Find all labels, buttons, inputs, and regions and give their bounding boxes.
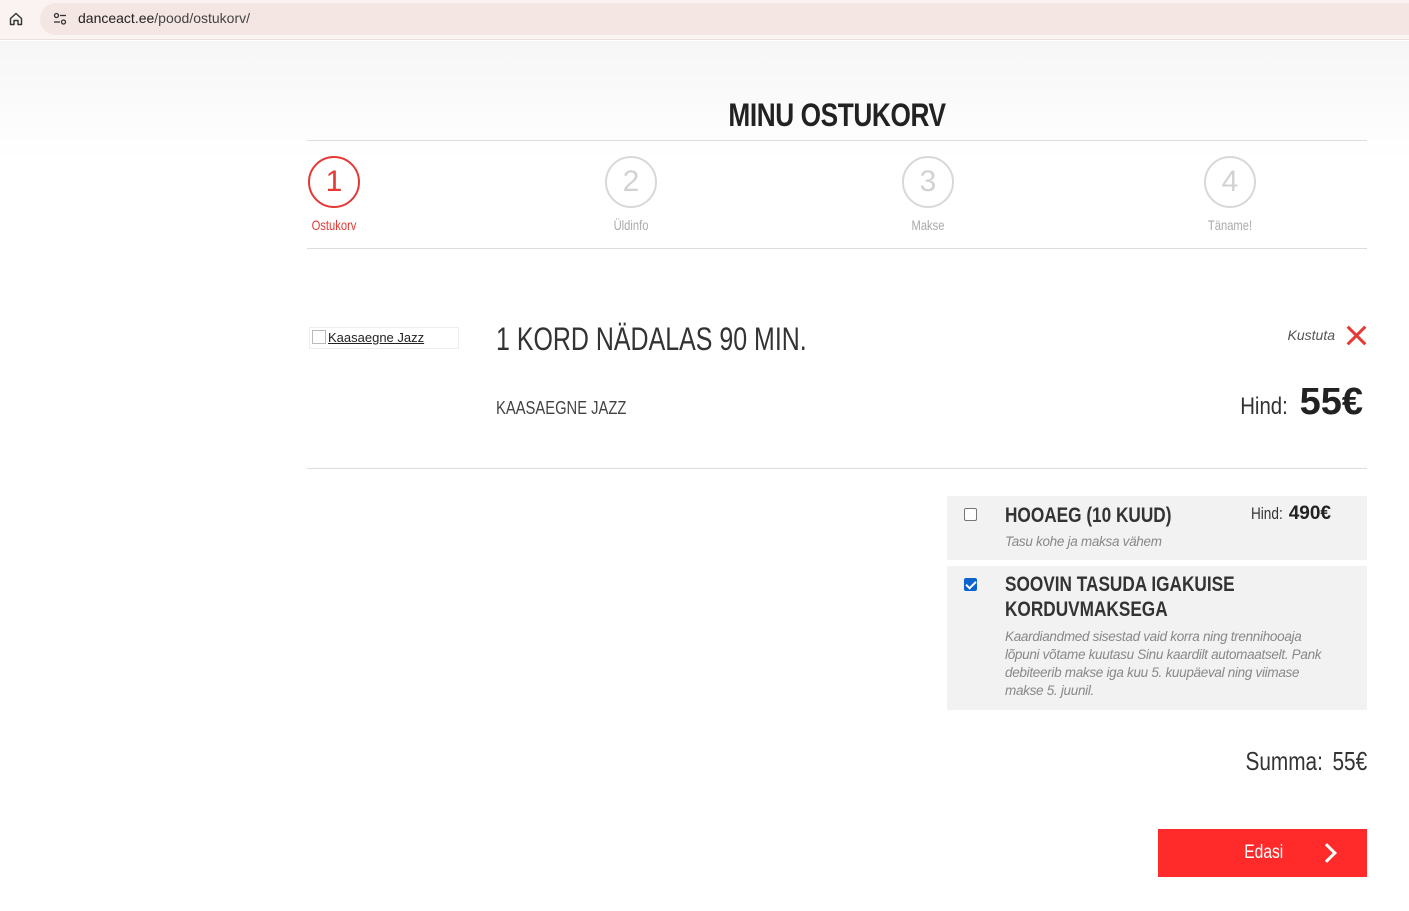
divider <box>307 468 1367 469</box>
page: MINU OSTUKORV 1 Ostukorv 2 Üldinfo 3 Mak… <box>0 41 1409 911</box>
step-number: 1 <box>308 156 360 208</box>
price-value: 55€ <box>1299 381 1363 423</box>
option-price-label: Hind: <box>1251 504 1283 523</box>
total-value: 55€ <box>1332 746 1367 776</box>
delete-label: Kustuta <box>1287 327 1335 343</box>
cart-total: Summa: 55€ <box>1245 746 1367 777</box>
option-price-value: 490€ <box>1288 503 1331 524</box>
step-1: 1 Ostukorv <box>274 156 394 233</box>
step-3: 3 Makse <box>868 156 988 233</box>
step-label: Täname! <box>1207 217 1253 233</box>
url-host: danceact.ee <box>78 10 155 26</box>
item-price: Hind: 55€ <box>1236 381 1363 424</box>
step-4: 4 Täname! <box>1170 156 1290 233</box>
next-button-label: Edasi <box>1244 842 1283 863</box>
url-text: danceact.ee/pood/ostukorv/ <box>78 10 250 26</box>
option-description: Kaardiandmed sisestad vaid korra ning tr… <box>1005 629 1322 698</box>
address-bar[interactable]: danceact.ee/pood/ostukorv/ <box>40 3 1409 35</box>
url-path: /pood/ostukorv/ <box>154 10 251 26</box>
divider <box>307 248 1367 249</box>
page-title: MINU OSTUKORV <box>728 97 946 133</box>
step-number: 3 <box>902 156 954 208</box>
step-label: Makse <box>911 217 945 233</box>
site-settings-icon[interactable] <box>50 9 70 29</box>
price-label: Hind: <box>1239 393 1288 420</box>
step-2: 2 Üldinfo <box>571 156 691 233</box>
product-image-alt: Kaasaegne Jazz <box>328 330 425 345</box>
divider <box>307 140 1367 141</box>
product-category: KAASAEGNE JAZZ <box>496 398 627 418</box>
option-recurring[interactable]: SOOVIN TASUDA IGAKUISE KORDUVMAKSEGA Kaa… <box>947 566 1367 710</box>
broken-image-icon <box>312 330 326 344</box>
step-number: 2 <box>605 156 657 208</box>
step-number: 4 <box>1204 156 1256 208</box>
close-icon[interactable] <box>1345 324 1367 346</box>
total-label: Summa: <box>1245 746 1323 776</box>
product-title: 1 KORD NÄDALAS 90 MIN. <box>496 321 807 357</box>
cart-container: MINU OSTUKORV 1 Ostukorv 2 Üldinfo 3 Mak… <box>307 41 1367 911</box>
option-title: SOOVIN TASUDA IGAKUISE KORDUVMAKSEGA <box>1005 573 1235 621</box>
step-label: Üldinfo <box>613 217 649 233</box>
delete-item-button[interactable]: Kustuta <box>1288 324 1367 346</box>
option-description: Tasu kohe ja maksa vähem <box>1005 534 1162 549</box>
chevron-right-icon <box>1317 843 1337 863</box>
step-label: Ostukorv <box>311 217 357 233</box>
option-price: Hind: 490€ <box>1247 503 1331 525</box>
next-button[interactable]: Edasi <box>1158 829 1367 877</box>
product-image-link[interactable]: Kaasaegne Jazz <box>309 327 459 349</box>
option-season[interactable]: HOOAEG (10 KUUD) Tasu kohe ja maksa vähe… <box>947 496 1367 560</box>
recurring-checkbox[interactable] <box>964 578 977 591</box>
season-checkbox[interactable] <box>964 508 977 521</box>
home-icon[interactable] <box>5 8 27 30</box>
browser-toolbar: danceact.ee/pood/ostukorv/ <box>0 0 1409 40</box>
